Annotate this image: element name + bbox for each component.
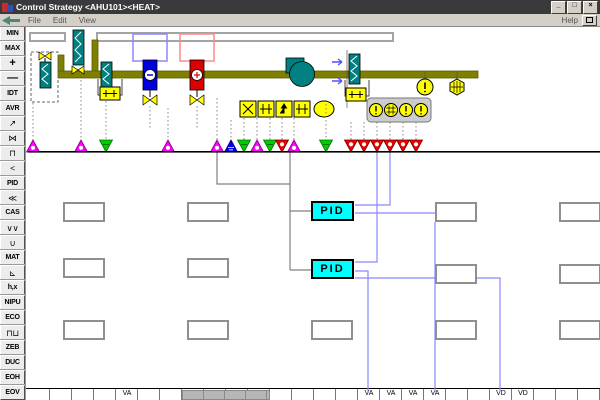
menu-help[interactable]: Help (562, 16, 578, 25)
application-window: VA VA VA VA VA VD VD (0, 0, 600, 400)
block-toolbar: MIN MAX + — IDT AVR ↗ ⋈ ⊓ < PID ≪ CAS ∨∨… (0, 26, 26, 400)
toolbar-subtract-button[interactable]: — (0, 71, 25, 86)
toolbar-eco-button[interactable]: ECO (0, 310, 25, 325)
app-icon (2, 3, 13, 12)
toolbar-mat-button[interactable]: MAT (0, 250, 25, 265)
menu-bar: File Edit View Help (0, 14, 600, 27)
logic-block[interactable] (559, 320, 600, 340)
maximize-button[interactable]: □ (567, 1, 582, 14)
gray-wires[interactable] (217, 152, 313, 270)
toolbar-cas-button[interactable]: CAS (0, 205, 25, 220)
toolbar-duc-button[interactable]: DUC (0, 355, 25, 370)
grid-sensor-icon[interactable] (385, 104, 398, 117)
mdi-restore-button[interactable] (582, 15, 597, 26)
ramp-icon[interactable]: ↗ (0, 116, 25, 131)
toolbar-zeb-button[interactable]: ZEB (0, 340, 25, 355)
crossover-icon[interactable]: ⋈ (0, 131, 25, 146)
supply-duct-left[interactable] (30, 33, 65, 41)
zigzag-icon[interactable]: ∨∨ (0, 220, 25, 235)
toolbar-avr-button[interactable]: AVR (0, 101, 25, 116)
toolbar-nipu-button[interactable]: NIPU (0, 295, 25, 310)
close-button[interactable]: × (583, 1, 598, 14)
hvac-schematic (0, 0, 600, 400)
main-pipe[interactable] (58, 71, 478, 78)
restore-icon (586, 17, 593, 23)
minimize-button[interactable]: _ (551, 1, 566, 14)
airflow-arrow-icon (332, 59, 342, 65)
logic-block[interactable] (559, 264, 600, 284)
compare-icon[interactable]: < (0, 161, 25, 176)
toolbar-hx-button[interactable]: h,x (0, 280, 25, 295)
exclaim-dot (420, 113, 422, 115)
toolbar-eov-button[interactable]: EOV (0, 385, 25, 400)
toolbar-min-button[interactable]: MIN (0, 26, 25, 41)
logic-block[interactable] (63, 258, 105, 278)
blue-wires[interactable] (355, 152, 500, 392)
menu-file[interactable]: File (28, 16, 41, 25)
airflow-arrow-icon (332, 78, 342, 84)
logic-block[interactable] (63, 202, 105, 222)
menu-edit[interactable]: Edit (53, 16, 67, 25)
logic-block[interactable] (187, 258, 229, 278)
dotted-links (33, 76, 416, 140)
pid-block-2[interactable]: PID (311, 259, 354, 279)
pipe-riser-mid[interactable] (92, 40, 98, 72)
back-arrow-icon[interactable] (2, 16, 20, 25)
point-triangles[interactable] (27, 140, 423, 152)
logic-block[interactable] (187, 320, 229, 340)
pid-block-1[interactable]: PID (311, 201, 354, 221)
logic-block[interactable] (435, 264, 477, 284)
menu-view[interactable]: View (79, 16, 96, 25)
title-bar: Control Strategy <AHU101><HEAT> _ □ × (0, 0, 600, 14)
toolbar-idt-button[interactable]: IDT (0, 86, 25, 101)
fan-icon[interactable] (290, 62, 315, 87)
logic-block[interactable] (187, 202, 229, 222)
toolbar-add-button[interactable]: + (0, 56, 25, 71)
schematic-baseline (28, 151, 600, 153)
exclaim-dot (405, 113, 407, 115)
toolbar-eoh-button[interactable]: EOH (0, 370, 25, 385)
logic-block[interactable] (435, 202, 477, 222)
logic-block[interactable] (559, 202, 600, 222)
toolbar-pid-button[interactable]: PID (0, 176, 25, 191)
step-icon[interactable]: ⊓ (0, 146, 25, 161)
dip-curve-icon[interactable]: ∪ (0, 235, 25, 250)
logic-block[interactable] (63, 320, 105, 340)
window-title: Control Strategy <AHU101><HEAT> (16, 2, 160, 12)
coil-icon[interactable] (73, 30, 84, 65)
square-wave-icon[interactable]: ⊓⊔ (0, 325, 25, 340)
sensor-device-icon[interactable] (314, 101, 334, 117)
double-compare-icon[interactable]: ≪ (0, 190, 25, 205)
pipe-riser-left[interactable] (58, 55, 64, 73)
logic-block[interactable] (435, 320, 477, 340)
logic-block[interactable] (311, 320, 353, 340)
exclaim-dot (375, 113, 377, 115)
toolbar-max-button[interactable]: MAX (0, 41, 25, 56)
exclaim-dot (424, 91, 426, 93)
graph-icon[interactable]: ⊾ (0, 265, 25, 280)
